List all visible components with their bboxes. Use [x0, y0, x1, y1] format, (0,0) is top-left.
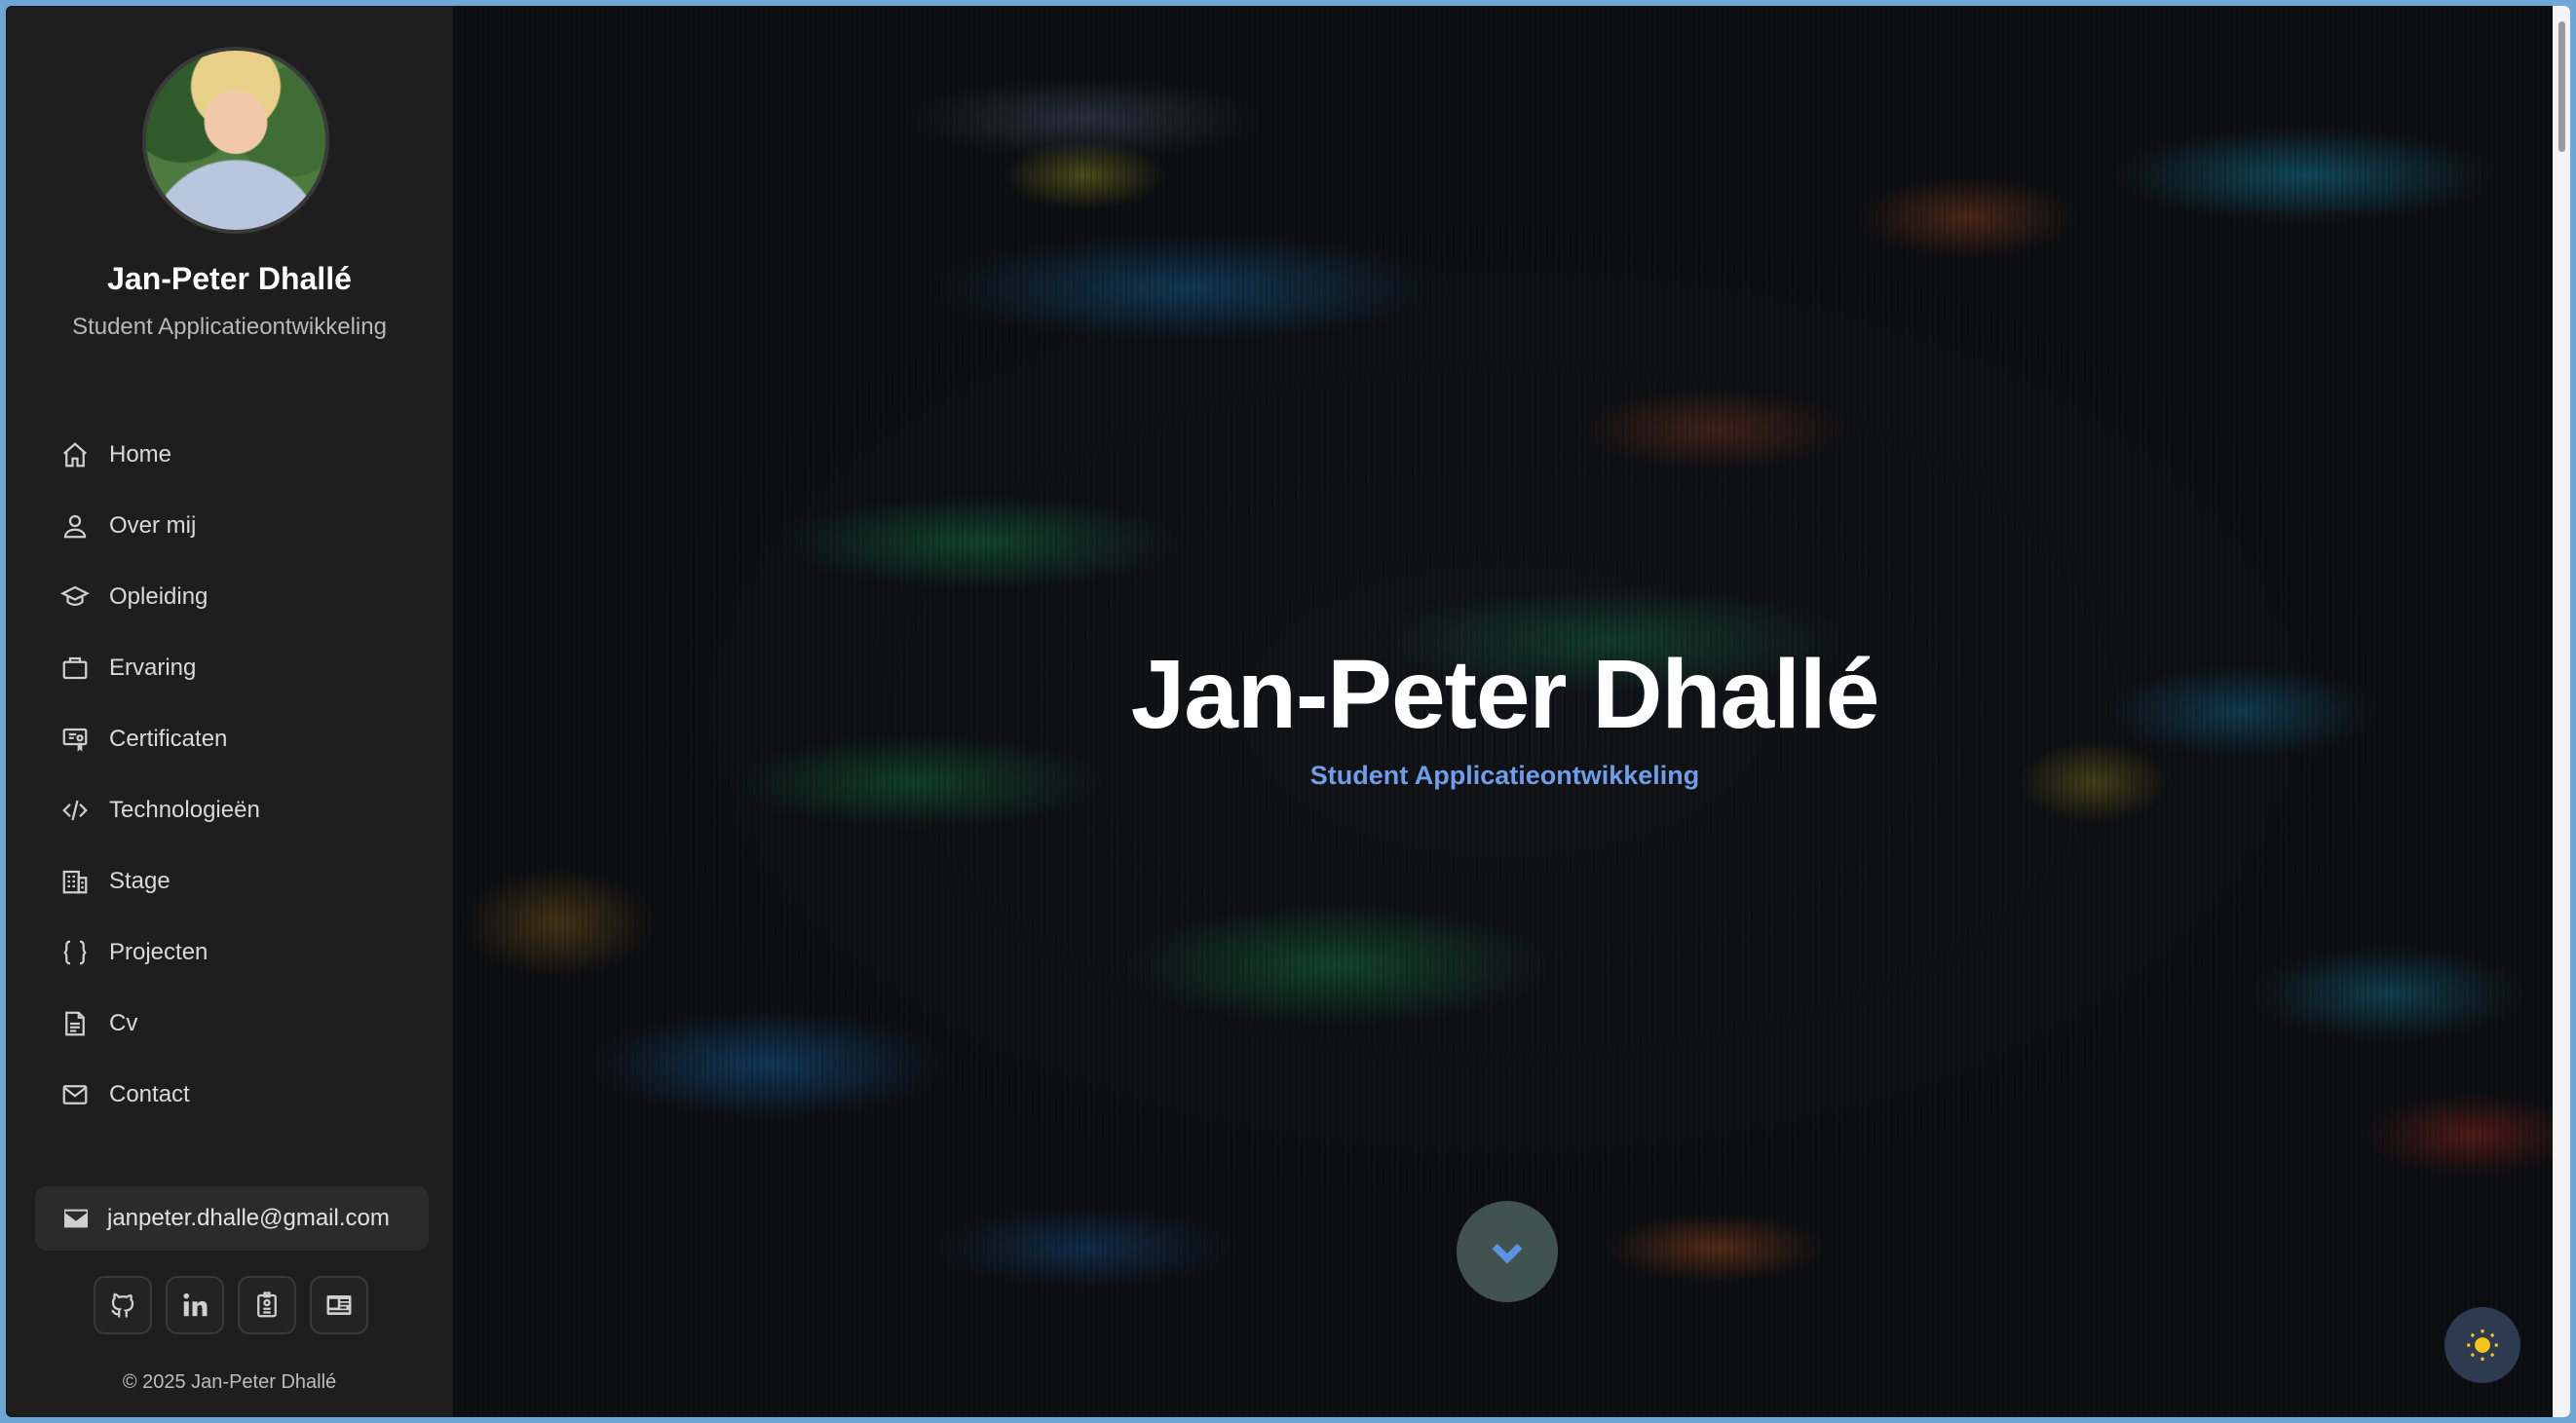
- sidebar-item-technologieen[interactable]: Technologieën: [35, 774, 425, 845]
- graduation-cap-icon: [60, 585, 90, 606]
- sidebar-item-label: Contact: [109, 1080, 190, 1107]
- profile-role: Student Applicatieontwikkeling: [72, 314, 387, 340]
- email-text: janpeter.dhalle@gmail.com: [107, 1205, 390, 1231]
- sidebar-item-label: Over mij: [109, 511, 197, 539]
- sidebar-item-projecten[interactable]: Projecten: [35, 917, 425, 988]
- social-links: [94, 1276, 368, 1334]
- sidebar-item-cv[interactable]: Cv: [35, 988, 425, 1059]
- envelope-icon: [64, 1209, 88, 1228]
- sidebar: Jan-Peter Dhallé Student Applicatieontwi…: [6, 6, 453, 1417]
- user-icon: [63, 514, 87, 538]
- sidebar-item-opleiding[interactable]: Opleiding: [35, 561, 425, 632]
- avatar: [142, 47, 329, 234]
- page-scrollbar[interactable]: [2553, 6, 2570, 1417]
- copyright: © 2025 Jan-Peter Dhallé: [122, 1371, 337, 1393]
- browser-window: Jan-Peter Dhallé Student Applicatieontwi…: [6, 6, 2570, 1417]
- badge-icon: [257, 1292, 277, 1318]
- sidebar-item-label: Projecten: [109, 938, 208, 965]
- hero-subtitle: Student Applicatieontwikkeling: [1309, 761, 1700, 790]
- sidebar-item-stage[interactable]: Stage: [35, 845, 425, 917]
- sidebar-nav: Home Over mij Opleiding Ervaring Certifi…: [35, 419, 425, 1130]
- github-button[interactable]: [94, 1276, 152, 1334]
- scroll-down-button[interactable]: [1457, 1201, 1558, 1302]
- sidebar-item-label: Home: [109, 440, 172, 468]
- profile-name: Jan-Peter Dhallé: [107, 261, 352, 296]
- id-card-button[interactable]: [310, 1276, 368, 1334]
- sun-icon: [2467, 1329, 2498, 1361]
- linkedin-button[interactable]: [166, 1276, 224, 1334]
- sidebar-item-home[interactable]: Home: [35, 419, 425, 490]
- linkedin-icon: [183, 1292, 208, 1317]
- badge-button[interactable]: [238, 1276, 296, 1334]
- sidebar-item-ervaring[interactable]: Ervaring: [35, 632, 425, 703]
- home-icon: [63, 441, 87, 467]
- chevron-down-icon: [1492, 1243, 1523, 1264]
- id-card-icon: [326, 1295, 352, 1315]
- braces-icon: [63, 940, 87, 964]
- email-link[interactable]: janpeter.dhalle@gmail.com: [35, 1186, 429, 1251]
- sidebar-item-over-mij[interactable]: Over mij: [35, 490, 425, 561]
- sidebar-item-label: Opleiding: [109, 582, 208, 610]
- hero-section: Jan-Peter Dhallé Student Applicatieontwi…: [453, 6, 2557, 1417]
- certificate-icon: [62, 728, 88, 752]
- github-icon: [111, 1292, 134, 1318]
- sidebar-item-label: Ervaring: [109, 654, 197, 681]
- scrollbar-thumb[interactable]: [2558, 21, 2565, 152]
- sidebar-item-label: Stage: [109, 867, 170, 894]
- mail-icon: [62, 1084, 88, 1105]
- code-icon: [62, 800, 88, 820]
- hero-title: Jan-Peter Dhallé: [1130, 640, 1880, 749]
- sidebar-item-label: Cv: [109, 1009, 138, 1036]
- sidebar-item-label: Technologieën: [109, 796, 260, 823]
- document-icon: [65, 1011, 85, 1035]
- sidebar-item-label: Certificaten: [109, 725, 228, 752]
- briefcase-icon: [62, 656, 88, 679]
- sidebar-item-contact[interactable]: Contact: [35, 1059, 425, 1130]
- theme-toggle-button[interactable]: [2444, 1307, 2520, 1383]
- sidebar-item-certificaten[interactable]: Certificaten: [35, 703, 425, 774]
- building-icon: [62, 870, 88, 893]
